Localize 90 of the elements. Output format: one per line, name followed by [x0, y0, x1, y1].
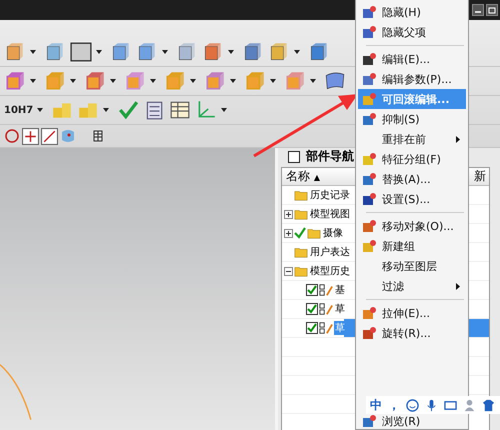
minimize-icon[interactable]	[472, 4, 484, 16]
caret-icon[interactable]	[190, 79, 196, 83]
checkbox[interactable]	[306, 284, 318, 296]
tool-icon	[361, 151, 377, 167]
expander-icon[interactable]	[284, 266, 293, 276]
restore-icon[interactable]	[486, 4, 498, 16]
checkbox-icon[interactable]	[288, 150, 300, 162]
tool-icon	[361, 218, 377, 234]
checkbox[interactable]	[306, 322, 318, 334]
menu-item[interactable]: 设置(S)...	[358, 189, 466, 209]
tool-icon	[361, 91, 377, 107]
ime-key[interactable]: ，	[388, 396, 400, 414]
sketch-icon	[319, 302, 333, 316]
folder-icon	[294, 264, 308, 278]
circle-icon[interactable]	[4, 128, 20, 144]
caret-icon[interactable]	[30, 79, 36, 83]
caret-icon[interactable]	[228, 50, 234, 54]
point-icon[interactable]	[60, 128, 76, 144]
menu-item[interactable]: 特征分组(F)	[358, 149, 466, 169]
tool-icon	[361, 51, 377, 67]
menu-item[interactable]: 移动对象(O)...	[358, 216, 466, 236]
caret-icon[interactable]	[230, 79, 236, 83]
tool-icon	[361, 111, 377, 127]
menu-item[interactable]: 移动至图层	[358, 256, 466, 276]
tree-item[interactable]: 模型历史	[309, 264, 351, 278]
tool-icon	[361, 191, 377, 207]
tree-item[interactable]: 摄像	[322, 226, 344, 240]
tool-icon	[361, 238, 377, 254]
tree-item[interactable]: 草	[334, 302, 346, 316]
folder-icon	[294, 207, 308, 221]
tolerance-label[interactable]: 10H7	[4, 104, 34, 116]
menu-item[interactable]: 替换(A)...	[358, 169, 466, 189]
tree-item[interactable]: 基	[334, 283, 346, 297]
tool-icon	[361, 325, 377, 341]
window-icon[interactable]	[70, 41, 92, 63]
expander-icon[interactable]	[284, 210, 293, 218]
menu-item[interactable]: 编辑(E)...	[358, 49, 466, 69]
caret-icon[interactable]	[310, 79, 316, 83]
caret-icon[interactable]	[96, 50, 102, 54]
tool-icon	[361, 71, 377, 87]
tool-icon	[361, 4, 377, 20]
plus-icon[interactable]	[22, 128, 39, 144]
menu-item[interactable]: 抑制(S)	[358, 109, 466, 129]
caret-icon[interactable]	[162, 50, 168, 54]
sketch-icon	[319, 321, 333, 335]
menu-item[interactable]: 重排在前	[358, 129, 466, 149]
folder-icon	[307, 226, 321, 240]
menu-item[interactable]: 拉伸(E)...	[358, 303, 466, 323]
column-header[interactable]: 名称 ▲	[286, 168, 346, 185]
column-header[interactable]: 新	[474, 168, 486, 185]
tool-icon	[361, 24, 377, 40]
tool-icon	[361, 171, 377, 187]
caret-icon[interactable]	[30, 50, 36, 54]
caret-icon[interactable]	[110, 79, 116, 83]
tool-icon	[361, 305, 377, 321]
folder-icon	[294, 188, 308, 202]
caret-icon[interactable]	[150, 79, 156, 83]
caret-icon[interactable]	[294, 50, 300, 54]
ime-key[interactable]: 中	[370, 396, 382, 414]
smiley-icon[interactable]	[406, 398, 419, 412]
sketch-icon	[319, 283, 333, 297]
tree-item[interactable]: 模型视图	[309, 207, 351, 221]
checkbox[interactable]	[306, 303, 318, 315]
keyboard-icon[interactable]	[444, 398, 457, 412]
submenu-arrow-icon	[456, 136, 460, 142]
submenu-arrow-icon	[456, 282, 460, 290]
menu-item[interactable]: 新建组	[358, 236, 466, 256]
menu-item[interactable]: 浏览(R)	[358, 411, 466, 430]
surface-icon[interactable]	[324, 70, 346, 92]
line-icon[interactable]	[41, 128, 58, 144]
caret-icon[interactable]	[70, 79, 76, 83]
tree-item[interactable]: 历史记录	[309, 188, 351, 202]
tool-icon	[361, 413, 377, 429]
caret-icon[interactable]	[37, 108, 44, 112]
table-icon[interactable]	[169, 99, 192, 121]
caret-icon[interactable]	[221, 108, 228, 112]
check-icon[interactable]	[117, 99, 140, 121]
caret-icon[interactable]	[103, 108, 110, 112]
menu-item[interactable]: 编辑参数(P)...	[358, 69, 466, 89]
menu-item[interactable]: 隐藏父项	[358, 22, 466, 42]
menu-item[interactable]: 旋转(R)...	[358, 323, 466, 343]
panel-title: 部件导航	[306, 148, 354, 165]
check-icon[interactable]	[294, 227, 306, 239]
caret-icon[interactable]	[270, 79, 276, 83]
expander-icon[interactable]	[284, 228, 293, 238]
microphone-icon[interactable]	[425, 398, 438, 412]
folder-icon	[294, 245, 308, 259]
menu-item[interactable]: 过滤	[358, 276, 466, 296]
shirt-icon[interactable]	[482, 398, 495, 412]
tree-item[interactable]: 用户表达	[309, 245, 351, 259]
